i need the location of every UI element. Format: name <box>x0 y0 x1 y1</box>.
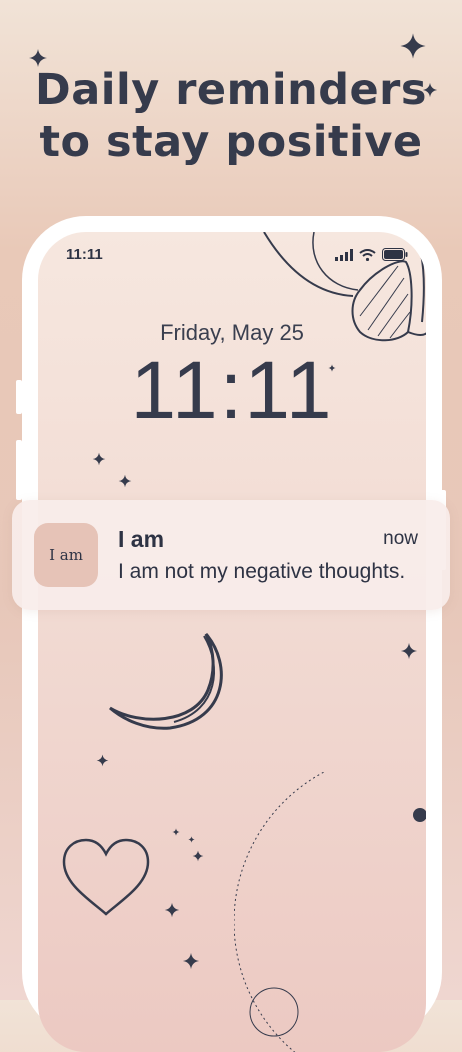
battery-icon <box>382 248 408 261</box>
status-bar-icons <box>335 248 408 261</box>
wifi-icon <box>359 248 376 261</box>
lock-screen: 11:11 Friday, May 25 11:11 <box>38 232 426 1052</box>
lock-screen-date: Friday, May 25 <box>160 320 304 345</box>
sparkle-icon <box>188 836 195 843</box>
app-icon: I am <box>34 523 98 587</box>
headline-line-1: Daily reminders <box>35 65 427 115</box>
sparkle-icon <box>182 952 200 970</box>
sparkle-icon <box>92 452 106 466</box>
sparkle-icon <box>328 364 336 372</box>
headline: Daily reminders to stay positive <box>0 64 462 168</box>
sparkle-icon <box>172 828 180 836</box>
sparkle-icon <box>164 902 180 918</box>
sparkle-icon <box>96 754 109 767</box>
orbit-circle <box>234 772 426 1052</box>
notification-app-name: I am <box>118 526 165 552</box>
notification-message: I am not my negative thoughts. <box>118 560 406 583</box>
phone-frame: 11:11 Friday, May 25 11:11 <box>22 216 442 1052</box>
heart-icon <box>62 838 150 916</box>
cellular-signal-icon <box>335 248 353 261</box>
notification-time: now <box>383 528 418 549</box>
sparkle-icon <box>118 474 132 488</box>
sparkle-icon <box>192 850 204 862</box>
status-bar-time: 11:11 <box>66 246 103 263</box>
sparkle-icon <box>400 642 418 660</box>
headline-line-2: to stay positive <box>39 117 423 167</box>
app-icon-label: I am <box>49 546 83 564</box>
notification-banner[interactable]: I am I am now I am not my negative thoug… <box>12 500 450 610</box>
lock-screen-time: 11:11 <box>130 345 334 436</box>
moon-icon <box>109 633 223 730</box>
sparkle-icon <box>400 33 426 59</box>
